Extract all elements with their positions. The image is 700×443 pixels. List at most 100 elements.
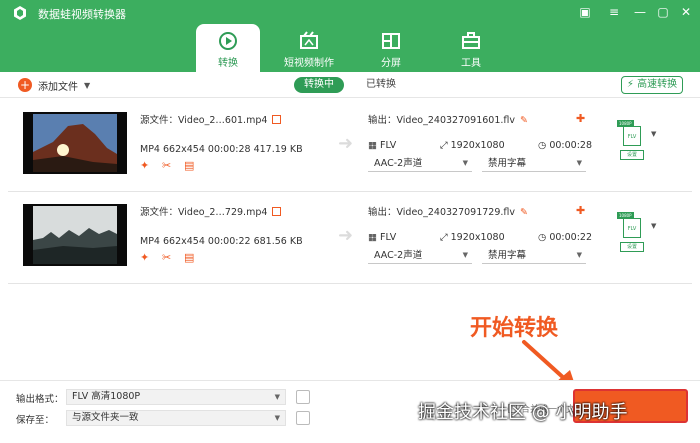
audio-select[interactable]: AAC-2声道 ▼: [368, 248, 472, 264]
tab-convert[interactable]: 转换: [196, 24, 260, 72]
video-thumbnail[interactable]: [23, 204, 127, 266]
resolution-value: 1920x1080: [450, 232, 505, 243]
maximize-icon[interactable]: ▢: [655, 4, 671, 20]
tab-split-screen[interactable]: 分屏: [356, 24, 426, 72]
chevron-down-icon: ▼: [274, 414, 280, 422]
save-to-value: 与源文件夹一致: [72, 412, 139, 423]
source-meta: MP4 662x454 00:00:22 681.56 KB: [140, 236, 303, 247]
convert-icon: [219, 32, 237, 50]
tab-label: 转换: [218, 58, 238, 69]
video-thumbnail[interactable]: [23, 112, 127, 174]
source-filename: 源文件：Video_2…729.mp4: [140, 204, 282, 218]
chevron-down-icon: ▼: [462, 159, 468, 167]
arrow-right-icon: ➜: [338, 133, 354, 154]
settings-button[interactable]: 设置: [620, 242, 644, 252]
settings-button[interactable]: 设置: [620, 150, 644, 160]
source-meta: MP4 662x454 00:00:28 417.19 KB: [140, 144, 303, 155]
tab-label: 工具: [461, 58, 481, 69]
output-meta: ▦ FLV: [368, 140, 396, 151]
chevron-down-icon[interactable]: ▼: [651, 130, 656, 138]
add-file-button[interactable]: + 添加文件 ▼: [18, 76, 90, 94]
resolution-value: 1920x1080: [450, 140, 505, 151]
output-format-label: 输出格式：: [16, 394, 64, 405]
output-filename: 输出：Video_240327091601.flv ✎: [368, 112, 528, 126]
fast-convert-label: 高速转换: [637, 79, 678, 90]
effects-icon[interactable]: ✦: [140, 160, 151, 171]
output-format-card[interactable]: 1080P FLV ▼ 设置: [617, 212, 656, 252]
resize-icon: ⤢: [440, 232, 448, 243]
fast-convert-button[interactable]: ⚡ 高速转换: [621, 76, 683, 94]
output-meta: ▦ FLV: [368, 232, 396, 243]
enhance-icon[interactable]: ▤: [184, 160, 195, 171]
plus-icon: +: [18, 78, 32, 92]
tab-label: 短视频制作: [284, 58, 334, 69]
edit-tools: ✦ ✂ ▤: [140, 160, 195, 171]
mv-icon: [300, 31, 318, 49]
tab-short-video[interactable]: 短视频制作: [274, 24, 344, 72]
tab-label: 分屏: [381, 58, 401, 69]
duration-info: ◷ 00:00:22: [538, 232, 592, 243]
subtitle-value: 禁用字幕: [488, 158, 527, 169]
subtitle-select[interactable]: 禁用字幕 ▼: [482, 248, 586, 264]
compress-icon[interactable]: ✚: [576, 204, 585, 217]
output-filename-text: 输出：Video_240327091601.flv: [368, 115, 516, 126]
subtitle-value: 禁用字幕: [488, 250, 527, 261]
toolbar: + 添加文件 ▼ 转换中 已转换 ⚡ 高速转换: [0, 72, 700, 98]
pencil-icon[interactable]: ✎: [520, 115, 528, 126]
scissors-icon[interactable]: ✂: [162, 160, 173, 171]
watermark: 掘金技术社区 @ 小明助手: [418, 402, 628, 423]
save-to-select[interactable]: 与源文件夹一致 ▼: [66, 410, 286, 426]
pencil-icon[interactable]: ✎: [520, 207, 528, 218]
chevron-down-icon: ▼: [576, 251, 582, 259]
format-settings-icon[interactable]: [296, 390, 310, 404]
info-icon[interactable]: [272, 115, 282, 124]
splitscreen-icon: [382, 33, 400, 49]
duration-value: 00:00:22: [549, 232, 592, 243]
tab-tools[interactable]: 工具: [436, 24, 506, 72]
app-logo-icon: [14, 6, 26, 20]
audio-value: AAC-2声道: [374, 158, 423, 169]
source-filename-text: 源文件：Video_2…601.mp4: [140, 115, 268, 126]
close-icon[interactable]: ✕: [678, 4, 694, 20]
add-file-label: 添加文件: [38, 81, 78, 93]
info-icon[interactable]: [272, 207, 282, 216]
output-format-value: FLV 高清1080P: [72, 391, 141, 402]
subtitle-select[interactable]: 禁用字幕 ▼: [482, 156, 586, 172]
resolution-info: ⤢ 1920x1080: [440, 140, 505, 151]
enhance-icon[interactable]: ▤: [184, 252, 195, 263]
compress-icon[interactable]: ✚: [576, 112, 585, 125]
audio-value: AAC-2声道: [374, 250, 423, 261]
output-filename: 输出：Video_240327091729.flv ✎: [368, 204, 528, 218]
output-filename-text: 输出：Video_240327091729.flv: [368, 207, 516, 218]
audio-select[interactable]: AAC-2声道 ▼: [368, 156, 472, 172]
chevron-down-icon[interactable]: ▼: [84, 81, 90, 90]
tab-converting[interactable]: 转换中: [294, 77, 344, 93]
file-row: 源文件：Video_2…729.mp4 MP4 662x454 00:00:22…: [8, 192, 692, 284]
toolbox-icon: [462, 32, 480, 49]
clock-icon: ◷: [538, 232, 547, 243]
chevron-down-icon[interactable]: ▼: [651, 222, 656, 230]
format-badge-label: FLV: [627, 134, 637, 140]
menu-icon[interactable]: ≡: [606, 4, 622, 20]
file-format-icon: FLV: [623, 218, 641, 238]
file-format-icon: FLV: [623, 126, 641, 146]
lightning-icon: ⚡: [626, 79, 634, 90]
folder-icon[interactable]: [296, 411, 310, 425]
output-format-card[interactable]: 1080P FLV ▼ 设置: [617, 120, 656, 160]
save-to-label: 保存至：: [16, 415, 55, 426]
format-badge-label: FLV: [627, 226, 637, 232]
minimize-icon[interactable]: —: [632, 4, 648, 20]
output-format-select[interactable]: FLV 高清1080P ▼: [66, 389, 286, 405]
duration-value: 00:00:28: [549, 140, 592, 151]
feedback-icon[interactable]: ▣: [577, 4, 593, 20]
effects-icon[interactable]: ✦: [140, 252, 151, 263]
source-filename-text: 源文件：Video_2…729.mp4: [140, 207, 268, 218]
scissors-icon[interactable]: ✂: [162, 252, 173, 263]
tab-converted[interactable]: 已转换: [356, 77, 406, 93]
app-window: 数据蛙视频转换器 ▣ ≡ — ▢ ✕ 转换 短视频制作 分屏 工具 + 添加文件…: [0, 0, 700, 443]
title-bar: 数据蛙视频转换器 ▣ ≡ — ▢ ✕ 转换 短视频制作 分屏 工具: [0, 0, 700, 72]
chevron-down-icon: ▼: [576, 159, 582, 167]
duration-info: ◷ 00:00:28: [538, 140, 592, 151]
film-icon: ▦: [368, 232, 377, 243]
file-row: 源文件：Video_2…601.mp4 MP4 662x454 00:00:28…: [8, 100, 692, 192]
